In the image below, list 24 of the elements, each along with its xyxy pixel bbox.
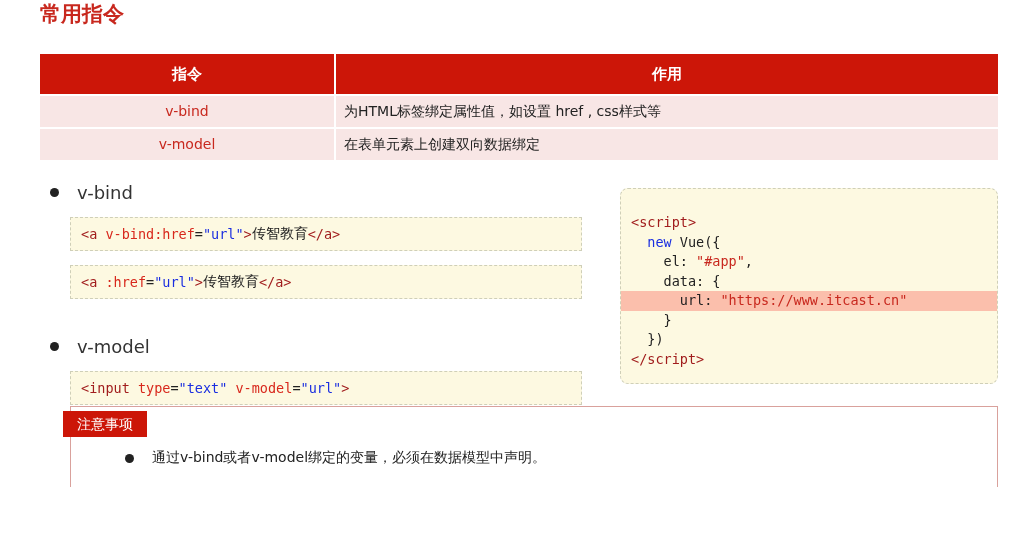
code-line: el: "#app",	[662, 252, 754, 271]
table-cell: v-bind	[40, 96, 334, 127]
code-line: </script>	[630, 349, 706, 369]
column-header: 指令	[40, 54, 334, 94]
code-snippet: <input type="text" v-model="url">	[70, 371, 582, 405]
note-label: 注意事项	[63, 411, 147, 437]
bullet-icon	[50, 188, 59, 197]
bullet-icon	[125, 453, 134, 463]
code-line: }	[662, 310, 673, 330]
code-line: new Vue({	[646, 232, 722, 252]
code-line: })	[646, 330, 665, 349]
code-line: data: {	[662, 271, 722, 291]
section-heading: v-model	[77, 336, 150, 357]
table-cell: 在表单元素上创建双向数据绑定	[336, 129, 998, 160]
bullet-icon	[50, 342, 59, 351]
code-line: <script>	[630, 213, 698, 232]
column-header: 作用	[336, 54, 998, 94]
note-text: 通过v-bind或者v-model绑定的变量，必须在数据模型中声明。	[152, 449, 547, 467]
page-title: 常用指令	[40, 1, 125, 28]
table-cell: v-model	[40, 129, 334, 160]
code-snippet: <a :href="url">传智教育</a>	[70, 265, 582, 299]
code-snippet: <a v-bind:href="url">传智教育</a>	[70, 217, 582, 251]
section-heading: v-bind	[77, 182, 133, 203]
table-cell: 为HTML标签绑定属性值，如设置 href , css样式等	[336, 96, 998, 127]
